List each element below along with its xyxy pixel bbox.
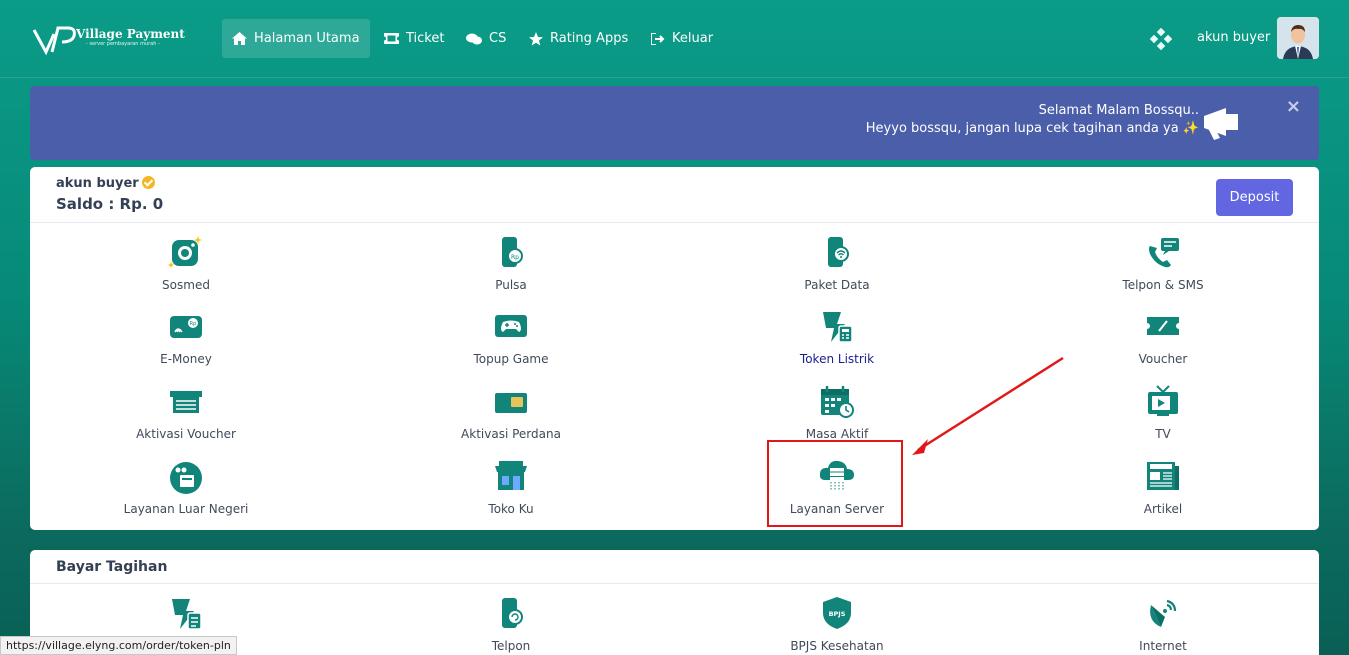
nav-ticket[interactable]: Ticket xyxy=(374,19,454,58)
card-icon xyxy=(170,391,202,413)
chat-icon xyxy=(466,33,482,44)
globe-icon xyxy=(170,462,202,494)
deposit-button[interactable]: Deposit xyxy=(1216,179,1293,216)
avatar[interactable] xyxy=(1277,17,1319,59)
service-telpon-sms[interactable]: Telpon & SMS xyxy=(1063,228,1263,298)
gamepad-icon xyxy=(495,315,527,337)
saldo-balance: Saldo : Rp. 0 xyxy=(56,195,164,213)
service-sosmed[interactable]: Sosmed xyxy=(86,228,286,298)
service-pulsa[interactable]: Rp Pulsa xyxy=(411,228,611,298)
service-label: Aktivasi Voucher xyxy=(136,427,236,441)
service-topup-game[interactable]: Topup Game xyxy=(411,302,611,372)
nav-home-label: Halaman Utama xyxy=(254,31,360,46)
bpjs-badge-text: BPJS xyxy=(829,610,846,618)
svg-text:Rp: Rp xyxy=(190,321,197,327)
greeting-alert: Selamat Malam Bossqu.. Heyyo bossqu, jan… xyxy=(30,86,1319,160)
phone-chat-icon xyxy=(1149,238,1179,268)
bill-label: Internet xyxy=(1139,639,1187,653)
star-icon xyxy=(529,31,543,45)
home-icon xyxy=(232,32,247,45)
nav-ticket-label: Ticket xyxy=(406,31,445,46)
phone-rp-icon: Rp xyxy=(502,237,523,267)
nav-logout-label: Keluar xyxy=(672,31,714,46)
tv-icon xyxy=(1148,385,1178,416)
bills-title: Bayar Tagihan xyxy=(56,559,168,575)
service-aktivasi-voucher[interactable]: Aktivasi Voucher xyxy=(86,377,286,447)
news-icon xyxy=(1147,462,1179,490)
service-toko-ku[interactable]: Toko Ku xyxy=(411,452,611,522)
bolt-icon xyxy=(823,312,853,343)
nav-user-name[interactable]: akun buyer xyxy=(1197,30,1270,45)
sim-icon xyxy=(495,393,527,413)
bill-label: Telpon xyxy=(491,639,531,653)
service-label: Layanan Luar Negeri xyxy=(123,502,249,516)
ticket-icon xyxy=(384,33,399,44)
bill-bpjs[interactable]: BPJS BPJS Kesehatan xyxy=(737,589,937,655)
service-label: E-Money xyxy=(160,352,212,366)
nav-cs[interactable]: CS xyxy=(456,19,516,58)
nav-logout[interactable]: Keluar xyxy=(641,19,723,58)
service-label: Toko Ku xyxy=(488,502,534,516)
account-header: akun buyer Saldo : Rp. 0 Deposit xyxy=(30,167,1319,223)
status-bar-url: https://village.elyng.com/order/token-pl… xyxy=(0,636,237,655)
brand-tagline: - server pembayaran murah - xyxy=(86,41,160,47)
alert-close-button[interactable]: × xyxy=(1286,96,1301,117)
bill-internet[interactable]: Internet xyxy=(1063,589,1263,655)
service-label: Telpon & SMS xyxy=(1122,278,1204,292)
user-avatar-icon xyxy=(1277,17,1319,59)
account-name: akun buyer xyxy=(56,176,155,191)
service-emoney[interactable]: Rp E-Money xyxy=(86,302,286,372)
apps-diamond-icon[interactable] xyxy=(1150,28,1172,50)
store-icon xyxy=(495,461,527,490)
logout-icon xyxy=(651,32,665,45)
service-label: Paket Data xyxy=(804,278,870,292)
wallet-icon: Rp xyxy=(170,316,202,338)
phone-refresh-icon xyxy=(502,598,523,628)
alert-message: Heyyo bossqu, jangan lupa cek tagihan an… xyxy=(865,121,1199,136)
svg-text:Rp: Rp xyxy=(511,254,519,261)
service-voucher[interactable]: Voucher xyxy=(1063,302,1263,372)
calendar-icon xyxy=(821,386,854,418)
satellite-icon xyxy=(1150,599,1177,627)
navbar: Village Payment - server pembayaran mura… xyxy=(0,0,1349,78)
megaphone-icon xyxy=(1204,108,1238,140)
annotation-arrow-icon xyxy=(912,356,1064,455)
bills-header: Bayar Tagihan xyxy=(30,550,1319,584)
highlight-box xyxy=(767,440,903,527)
service-label: Pulsa xyxy=(495,278,527,292)
bpjs-shield-icon: BPJS xyxy=(823,597,851,629)
service-tv[interactable]: TV xyxy=(1063,377,1263,447)
brand-name: Village Payment xyxy=(76,27,185,41)
service-label: Sosmed xyxy=(162,278,210,292)
service-paket-data[interactable]: Paket Data xyxy=(737,228,937,298)
service-artikel[interactable]: Artikel xyxy=(1063,452,1263,522)
nav-rating[interactable]: Rating Apps xyxy=(519,19,638,58)
nav-cs-label: CS xyxy=(489,31,507,46)
verified-badge-icon xyxy=(141,176,155,189)
nav-rating-label: Rating Apps xyxy=(550,31,629,46)
service-luar-negeri[interactable]: Layanan Luar Negeri xyxy=(86,452,286,522)
service-label: Aktivasi Perdana xyxy=(461,427,561,441)
alert-title: Selamat Malam Bossqu.. xyxy=(1038,103,1199,118)
service-label: Topup Game xyxy=(473,352,549,366)
service-label: TV xyxy=(1155,427,1171,441)
camera-icon xyxy=(168,236,202,268)
nav-home[interactable]: Halaman Utama xyxy=(222,19,370,58)
bill-label: BPJS Kesehatan xyxy=(790,639,884,653)
service-label: Artikel xyxy=(1143,502,1183,516)
voucher-icon xyxy=(1147,317,1179,335)
account-name-text: akun buyer xyxy=(56,176,139,191)
bolt-bill-icon xyxy=(172,599,202,630)
bill-telpon[interactable]: Telpon xyxy=(411,589,611,655)
service-label: Voucher xyxy=(1138,352,1188,366)
service-aktivasi-perdana[interactable]: Aktivasi Perdana xyxy=(411,377,611,447)
phone-wifi-icon xyxy=(828,237,849,267)
